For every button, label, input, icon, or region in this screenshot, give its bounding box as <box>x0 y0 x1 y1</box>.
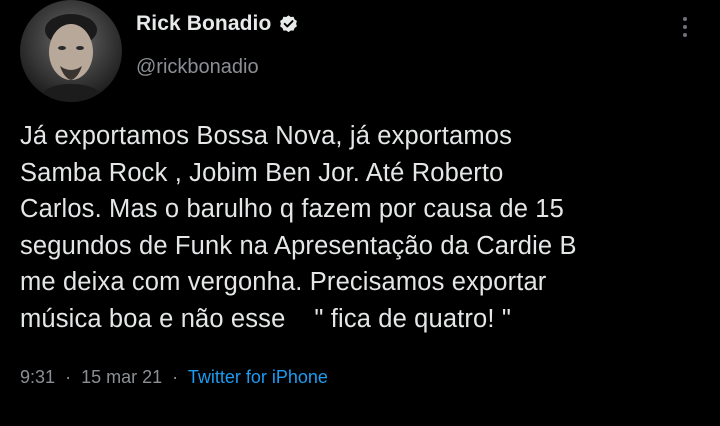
author-display-name[interactable]: Rick Bonadio <box>136 12 271 36</box>
tweet-time: 9:31 <box>20 367 56 387</box>
verified-badge-icon <box>278 14 299 35</box>
author-handle[interactable]: @rickbonadio <box>136 56 259 79</box>
meta-separator: · <box>65 367 72 387</box>
tweet-text: Já exportamos Bossa Nova, já exportamos … <box>20 122 577 333</box>
avatar[interactable] <box>20 0 122 102</box>
tweet-source-link[interactable]: Twitter for iPhone <box>188 367 328 387</box>
meta-separator: · <box>172 367 179 387</box>
author-name-row: Rick Bonadio <box>136 12 299 36</box>
more-vertical-icon[interactable] <box>673 12 697 42</box>
tweet-date: 15 mar 21 <box>81 367 163 387</box>
profile-photo <box>38 14 106 102</box>
tweet-meta: 9:31 · 15 mar 21 · Twitter for iPhone <box>20 367 328 388</box>
